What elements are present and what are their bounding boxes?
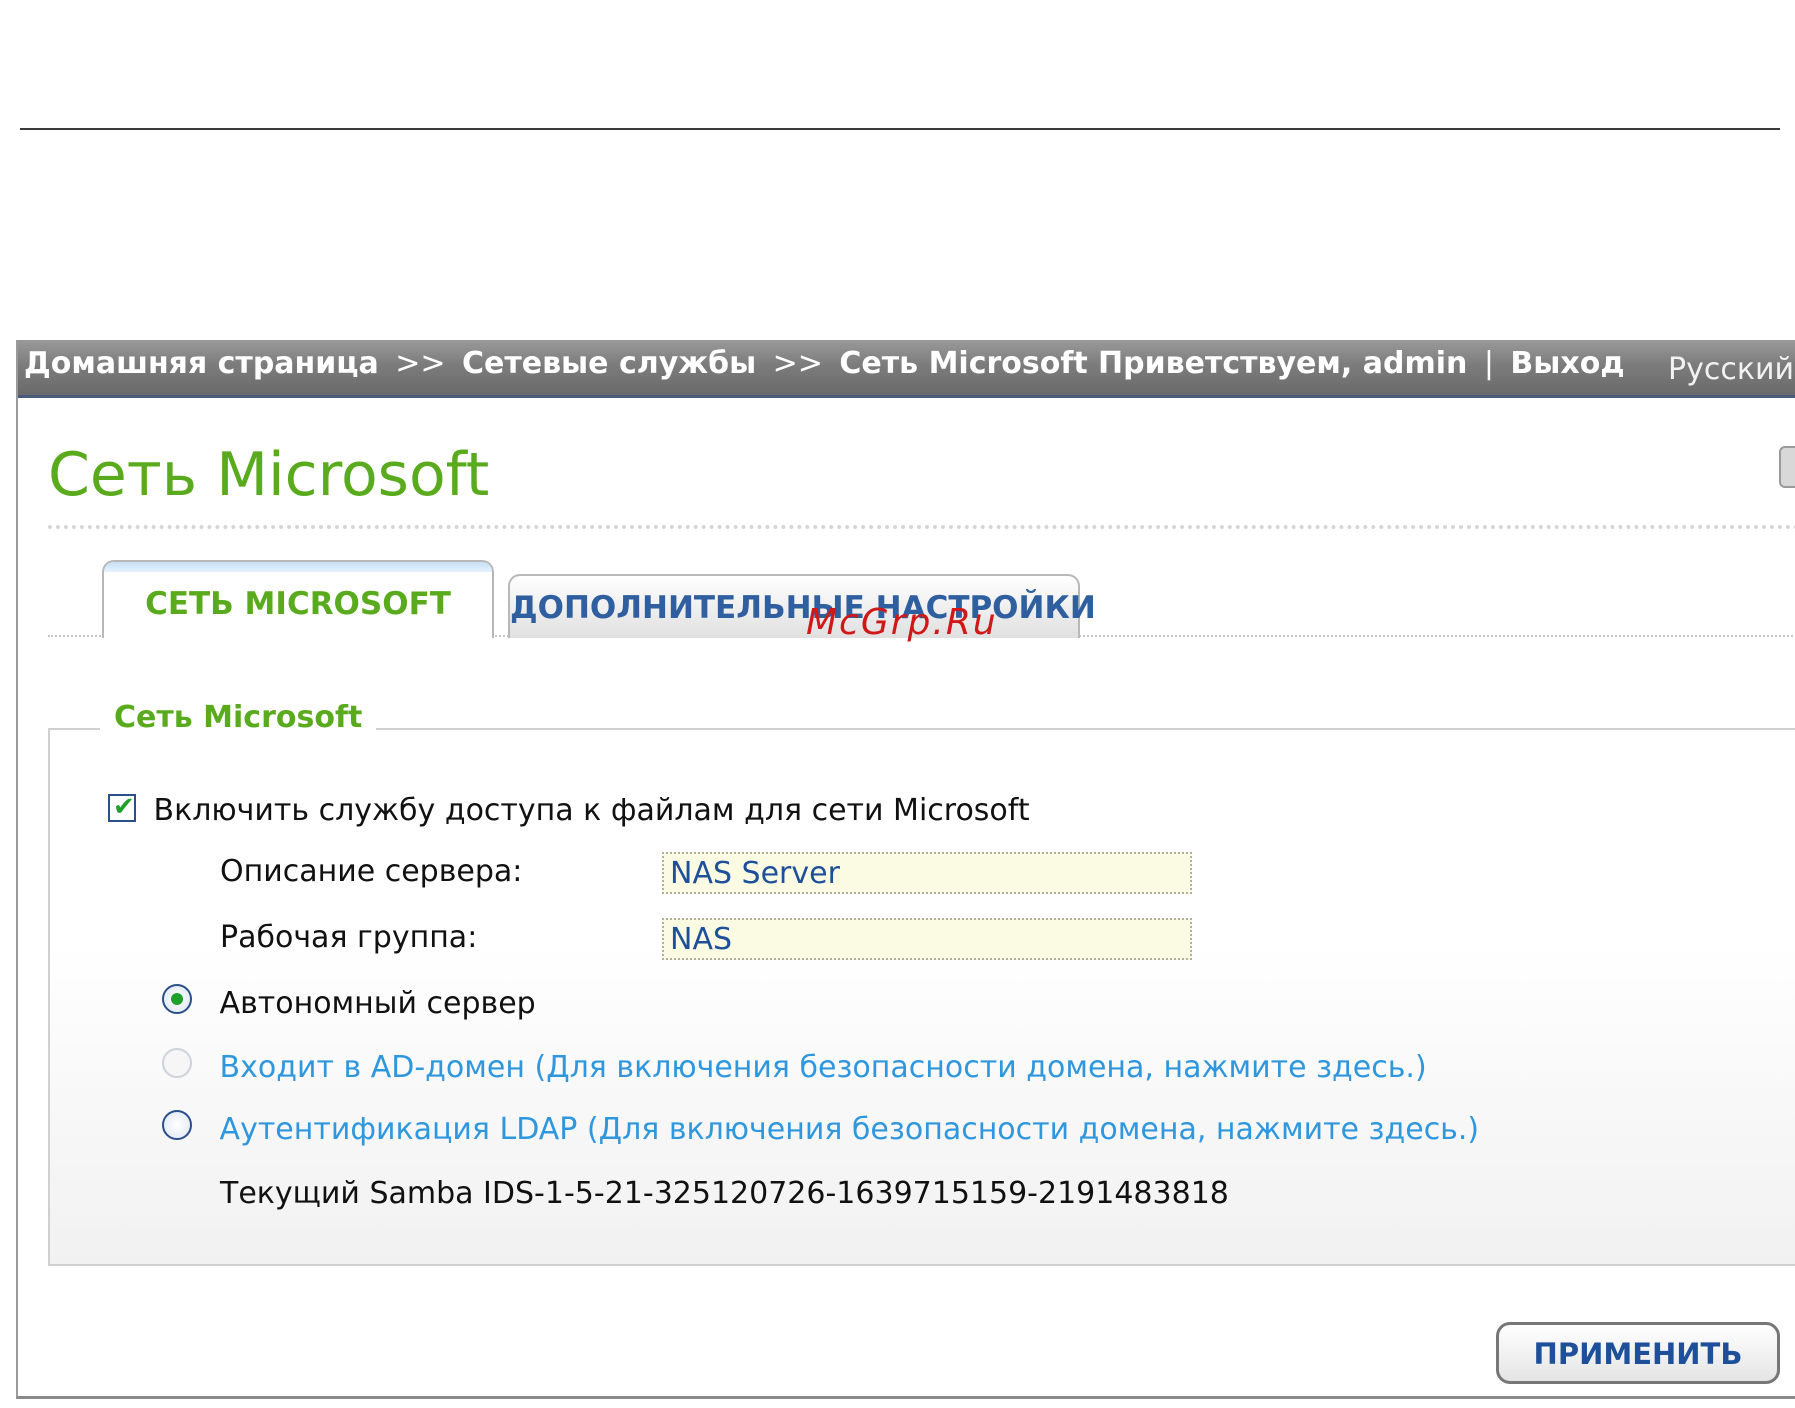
samba-id-text: Текущий Samba IDS-1-5-21-325120726-16397…: [220, 1176, 1229, 1211]
tab-microsoft-network[interactable]: СЕТЬ MICROSOFT: [102, 560, 494, 638]
top-bar: Домашняя страница >> Сетевые службы >> С…: [18, 340, 1795, 398]
title-divider: [48, 525, 1795, 529]
radio-selected-dot: [171, 992, 183, 1005]
watermark-text: McGrp.Ru: [806, 602, 998, 643]
radio-ad-domain-link[interactable]: Входит в AD-домен (Для включения безопас…: [220, 1050, 1427, 1085]
server-description-input[interactable]: NAS Server: [662, 852, 1192, 894]
logout-link[interactable]: Выход: [1510, 346, 1624, 381]
radio-ldap-row[interactable]: Аутентификация LDAP (Для включения безоп…: [162, 1109, 1480, 1147]
server-description-label: Описание сервера:: [220, 854, 523, 889]
radio-ad-domain-row: Входит в AD-домен (Для включения безопас…: [162, 1047, 1427, 1085]
radio-standalone-label[interactable]: Автономный сервер: [220, 986, 536, 1021]
breadcrumb-home[interactable]: Домашняя страница: [24, 346, 379, 381]
radio-ldap[interactable]: [162, 1109, 192, 1140]
workgroup-input[interactable]: NAS: [662, 918, 1192, 960]
checkmark-icon: ✔: [113, 791, 135, 822]
apply-button[interactable]: ПРИМЕНИТЬ: [1496, 1322, 1780, 1384]
header-divider: |: [1483, 346, 1494, 381]
nas-admin-window: Домашняя страница >> Сетевые службы >> С…: [16, 340, 1795, 1399]
radio-standalone[interactable]: [162, 983, 192, 1014]
username: admin: [1362, 346, 1468, 381]
breadcrumb-separator: >>: [772, 346, 823, 381]
fieldset-legend: Сеть Microsoft: [100, 700, 377, 735]
help-icon[interactable]: [1779, 446, 1795, 488]
workgroup-label: Рабочая группа:: [220, 920, 478, 955]
document-divider: [20, 128, 1780, 130]
welcome-label: Приветствуем,: [1098, 346, 1353, 381]
breadcrumb-network-services[interactable]: Сетевые службы: [462, 346, 756, 381]
user-greeting: Приветствуем, admin | Выход: [1098, 346, 1625, 381]
page: Домашняя страница >> Сетевые службы >> С…: [0, 0, 1795, 1408]
radio-ad-domain: [162, 1047, 192, 1078]
breadcrumb: Домашняя страница >> Сетевые службы >> С…: [24, 346, 1088, 381]
radio-ldap-link[interactable]: Аутентификация LDAP (Для включения безоп…: [220, 1112, 1480, 1147]
page-title: Сеть Microsoft: [48, 440, 490, 510]
radio-standalone-row[interactable]: Автономный сервер: [162, 983, 536, 1021]
enable-smb-row[interactable]: ✔ Включить службу доступа к файлам для с…: [108, 791, 1030, 828]
language-select[interactable]: Русский: [1668, 352, 1794, 387]
breadcrumb-separator: >>: [395, 346, 446, 381]
enable-smb-label[interactable]: Включить службу доступа к файлам для сет…: [154, 793, 1030, 828]
breadcrumb-current: Сеть Microsoft: [839, 346, 1088, 381]
enable-smb-checkbox[interactable]: ✔: [108, 791, 136, 822]
